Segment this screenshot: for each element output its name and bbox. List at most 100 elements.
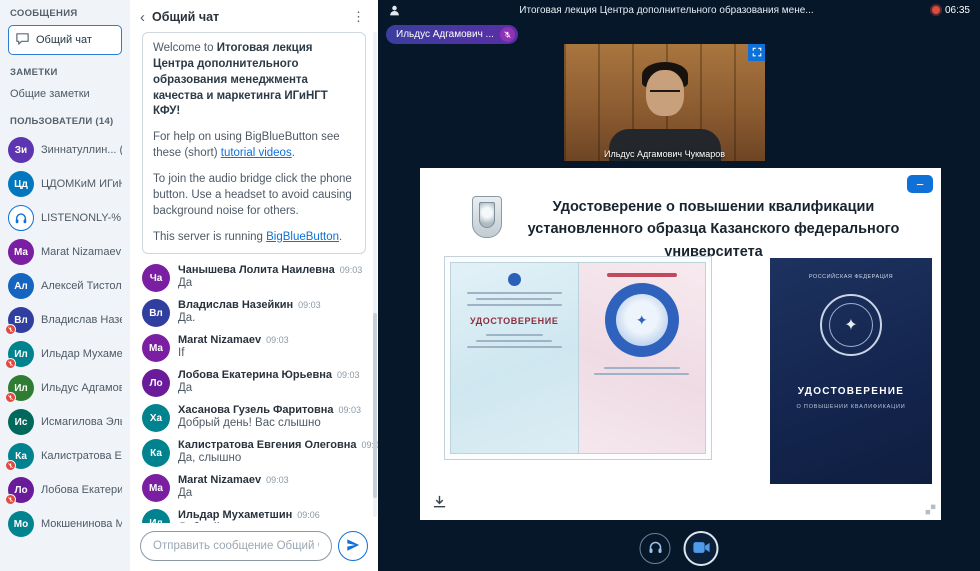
minimize-presentation-button[interactable]: − (907, 175, 933, 193)
user-avatar: Зи (8, 137, 34, 163)
message-timestamp: 09:03 (266, 475, 289, 485)
welcome-line-2: For help on using BigBlueButton see thes… (153, 130, 355, 162)
webcam-fullscreen-button[interactable] (748, 44, 765, 61)
chat-scrollbar[interactable] (373, 32, 377, 517)
download-presentation-button[interactable] (432, 494, 447, 512)
messages-header: СООБЩЕНИЯ (10, 8, 120, 19)
user-avatar (8, 205, 34, 231)
user-list: Зи Зиннатуллин... (Вы) Цд ЦДОМКиМ ИГиНГТ… (8, 133, 122, 541)
slide-header: Удостоверение о повышении квалификации у… (472, 196, 915, 263)
chat-title: Общий чат (152, 10, 342, 24)
user-name: Мокшенинова Ма... (41, 518, 122, 530)
user-name: Ильдар Мухамет... (41, 348, 122, 360)
user-initials: Цд (14, 179, 28, 190)
bigbluebutton-app: СООБЩЕНИЯ Общий чат ЗАМЕТКИ Общие заметк… (0, 0, 980, 571)
user-name: Владислав Назейк... (41, 314, 122, 326)
user-icon[interactable] (388, 4, 401, 17)
user-avatar: Мо (8, 511, 34, 537)
message-sender-name: Чанышева Лолита Наилевна (178, 264, 335, 276)
webcam-share-button[interactable] (684, 531, 719, 566)
user-avatar: Ил (8, 375, 34, 401)
muted-mic-badge (5, 358, 16, 369)
message-avatar-initials: Ma (149, 483, 163, 494)
user-list-item[interactable]: LISTENONLY-%D0%... (8, 201, 122, 235)
message-sender-name: Marat Nizamaev (178, 474, 261, 486)
user-avatar: Ис (8, 409, 34, 435)
user-list-item[interactable]: Ma Marat Nizamaev (8, 235, 122, 269)
user-name: Зиннатуллин... (Вы) (41, 144, 122, 156)
public-chat-label: Общий чат (36, 34, 92, 46)
meeting-main-area: Итоговая лекция Центра дополнительного о… (378, 0, 980, 571)
message-avatar: Ча (142, 264, 170, 292)
user-list-item[interactable]: Ло Лобова Екатерин... (8, 473, 122, 507)
user-list-item[interactable]: Ил Ильдар Мухамет... (8, 337, 122, 371)
chat-messages: Ча Чанышева Лолита Наилевна 09:03 Да Вл … (142, 264, 366, 523)
chat-message: Ча Чанышева Лолита Наилевна 09:03 Да (142, 264, 366, 292)
muted-mic-badge (5, 392, 16, 403)
user-list-item[interactable]: Ис Исмагилова Эльза (8, 405, 122, 439)
user-list-item[interactable]: Зи Зиннатуллин... (Вы) (8, 133, 122, 167)
message-text: Да (178, 277, 362, 289)
certificate-cover-country: РОССИЙСКАЯ ФЕДЕРАЦИЯ (770, 258, 932, 280)
user-list-item[interactable]: Цд ЦДОМКиМ ИГиНГТ (8, 167, 122, 201)
sidebar-item-public-chat[interactable]: Общий чат (8, 25, 122, 55)
headphones-icon (647, 539, 663, 558)
message-avatar: Вл (142, 299, 170, 327)
sidebar-item-shared-notes[interactable]: Общие заметки (8, 84, 122, 104)
notes-header: ЗАМЕТКИ (10, 67, 120, 78)
user-list-item[interactable]: Ил Ильдус Адгамови... (8, 371, 122, 405)
message-text: Добрый день! Вас слышно (178, 417, 361, 429)
message-avatar-initials: Ха (150, 413, 162, 424)
user-list-item[interactable]: Вл Владислав Назейк... (8, 303, 122, 337)
users-header: ПОЛЬЗОВАТЕЛИ (14) (10, 116, 120, 127)
user-list-item[interactable]: Ал Алексей Тистол (8, 269, 122, 303)
message-text: Да, слышно (178, 452, 366, 464)
message-avatar-initials: Ma (149, 343, 163, 354)
user-initials: Ил (14, 349, 28, 360)
user-avatar: Ил (8, 341, 34, 367)
message-avatar: Ха (142, 404, 170, 432)
certificate-cover-subtitle: О ПОВЫШЕНИИ КВАЛИФИКАЦИИ (770, 404, 932, 410)
message-text: If (178, 347, 289, 359)
resize-handle-icon[interactable] (924, 503, 937, 516)
chat-message: Ло Лобова Екатерина Юрьевна 09:03 Да (142, 369, 366, 397)
user-name: Marat Nizamaev (41, 246, 121, 258)
message-avatar: Ил (142, 509, 170, 523)
user-avatar: Цд (8, 171, 34, 197)
user-initials: Зи (15, 145, 27, 156)
user-avatar: Ma (8, 239, 34, 265)
talking-indicator[interactable]: Ильдус Адгамович ... (386, 25, 518, 44)
muted-mic-badge (5, 494, 16, 505)
user-list-item[interactable]: Мо Мокшенинова Ма... (8, 507, 122, 541)
muted-mic-badge (5, 460, 16, 471)
message-avatar-initials: Ло (149, 378, 162, 389)
certificate-open-image: УДОСТОВЕРЕНИЕ ✦ (444, 256, 712, 460)
navigation-sidebar: СООБЩЕНИЯ Общий чат ЗАМЕТКИ Общие заметк… (0, 0, 130, 571)
meeting-top-bar: Итоговая лекция Центра дополнительного о… (378, 0, 980, 18)
chat-back-button[interactable]: ‹ (140, 10, 145, 25)
user-initials: Ис (15, 417, 28, 428)
chat-message-input[interactable] (140, 531, 332, 561)
message-sender-name: Marat Nizamaev (178, 334, 261, 346)
recording-indicator[interactable]: 06:35 (932, 5, 970, 16)
download-icon (432, 494, 447, 512)
send-message-button[interactable] (338, 531, 368, 561)
audio-button[interactable] (640, 533, 671, 564)
chat-message: Вл Владислав Назейкин 09:03 Да. (142, 299, 366, 327)
chat-options-icon[interactable]: ⋮ (349, 9, 368, 25)
presentation-slide[interactable]: − Удостоверение о повышении квалификации… (420, 168, 941, 520)
user-initials: Мо (14, 519, 28, 530)
user-avatar: Вл (8, 307, 34, 333)
message-text: Да (178, 382, 360, 394)
user-name: Ильдус Адгамови... (41, 382, 122, 394)
kfu-logo (472, 196, 502, 238)
user-initials: Вл (14, 315, 28, 326)
chat-message: Ха Хасанова Гузель Фаритовна 09:03 Добры… (142, 404, 366, 432)
tutorial-videos-link[interactable]: tutorial videos (221, 147, 292, 159)
talking-user-name: Ильдус Адгамович ... (396, 29, 494, 40)
certificate-serial (607, 273, 677, 277)
bigbluebutton-link[interactable]: BigBlueButton (266, 231, 339, 243)
chat-scrollbar-thumb[interactable] (373, 313, 377, 497)
user-list-item[interactable]: Ка Калистратова Евг... (8, 439, 122, 473)
welcome-message: Welcome to Итоговая лекция Центра дополн… (142, 32, 366, 254)
